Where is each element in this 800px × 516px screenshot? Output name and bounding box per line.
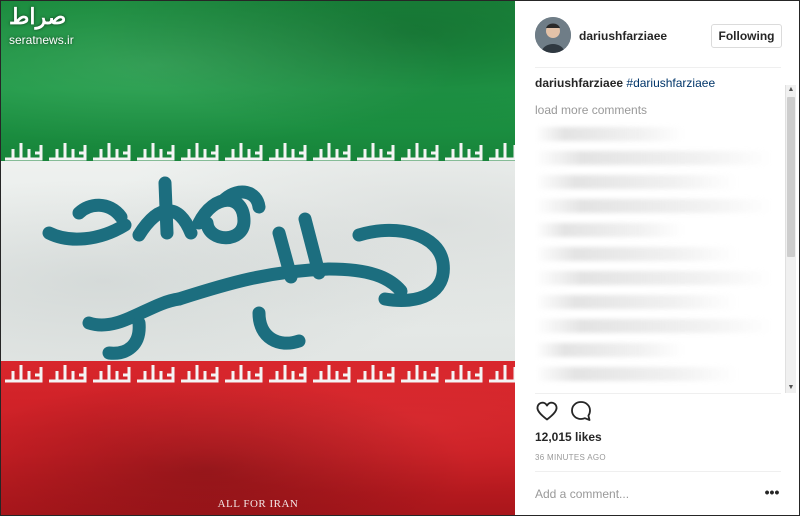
instagram-post-window: صراط seratnews.ir ALL FOR IRAN dariushfa… — [0, 0, 800, 516]
heart-icon[interactable] — [535, 399, 559, 423]
more-options-icon[interactable]: ••• — [763, 485, 781, 503]
comments-scrollbar[interactable]: ▲ ▼ — [785, 85, 796, 393]
scroll-down-arrow-icon[interactable]: ▼ — [786, 383, 796, 393]
site-watermark: صراط seratnews.ir — [9, 5, 74, 47]
site-url: seratnews.ir — [9, 33, 74, 47]
comment-row — [535, 319, 772, 333]
comment-row — [535, 151, 772, 165]
load-more-comments-link[interactable]: load more comments — [535, 103, 781, 117]
takbir-pattern-top — [5, 143, 515, 161]
post-image[interactable]: صراط seratnews.ir ALL FOR IRAN — [1, 1, 515, 515]
add-comment-input[interactable] — [535, 485, 745, 503]
post-timestamp[interactable]: 36 MINUTES AGO — [535, 453, 606, 462]
likes-count[interactable]: 12,015 likes — [535, 430, 602, 444]
comment-row — [535, 175, 737, 189]
comment-row — [535, 295, 737, 309]
comment-icon[interactable] — [569, 399, 593, 423]
comment-row — [535, 247, 737, 261]
comment-row — [535, 271, 772, 285]
scroll-up-arrow-icon[interactable]: ▲ — [786, 85, 796, 95]
image-footer-text: ALL FOR IRAN — [217, 498, 299, 510]
header-divider — [535, 67, 781, 68]
comment-row — [535, 223, 683, 237]
caption-username[interactable]: dariushfarziaee — [535, 76, 623, 90]
calligraphy-artwork — [42, 176, 450, 360]
comment-row — [535, 199, 772, 213]
comment-row — [535, 127, 683, 141]
comment-row — [535, 343, 683, 357]
comments-divider — [535, 393, 781, 394]
comment-row — [535, 367, 737, 381]
actions-divider — [535, 471, 781, 472]
caption-hashtag[interactable]: #dariushfarziaee — [626, 76, 715, 90]
post-author-username[interactable]: dariushfarziaee — [579, 29, 667, 43]
comments-list: dariushfarziaee #dariushfarziaee load mo… — [535, 75, 781, 393]
avatar[interactable] — [535, 17, 571, 53]
post-caption: dariushfarziaee #dariushfarziaee — [535, 75, 781, 91]
post-side-panel: dariushfarziaee Following dariushfarziae… — [515, 1, 799, 515]
post-actions — [535, 399, 781, 425]
following-button[interactable]: Following — [711, 24, 782, 48]
scrollbar-thumb[interactable] — [787, 97, 795, 257]
profile-photo-icon — [535, 17, 571, 53]
post-header: dariushfarziaee Following — [535, 15, 791, 59]
site-logo: صراط — [9, 4, 67, 30]
add-comment-box: ••• — [535, 485, 781, 503]
